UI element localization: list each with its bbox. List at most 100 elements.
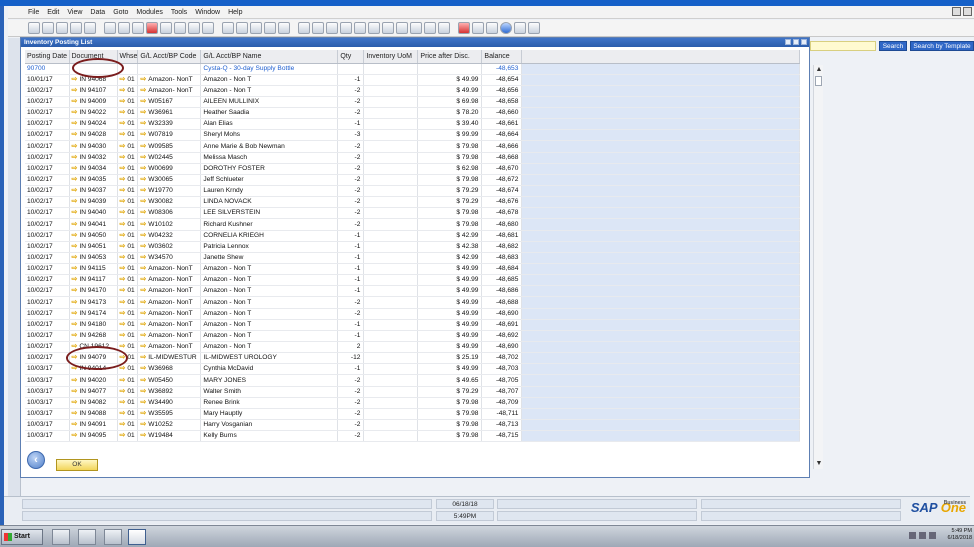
qty-cell[interactable]: -1 (337, 330, 365, 343)
balance-cell[interactable]: -48,705 (481, 374, 523, 387)
whse-cell[interactable]: ⇨ 01 (117, 129, 139, 142)
table-row[interactable]: 10/03/17 ⇨ IN 94082 ⇨ 01 ⇨ W34490 Renee Brink -2… (25, 397, 801, 409)
gl-code-cell[interactable]: ⇨ W08306 (137, 207, 202, 220)
link-arrow-icon[interactable]: ⇨ (72, 265, 78, 272)
document-cell[interactable]: ⇨ IN 94095 (69, 430, 118, 443)
col-posting-date[interactable]: Posting Date (25, 50, 70, 64)
link-arrow-icon[interactable]: ⇨ (72, 276, 78, 283)
link-arrow-icon[interactable]: ⇨ (120, 176, 126, 183)
balance-cell[interactable]: -48,702 (481, 352, 523, 365)
balance-cell[interactable]: -48,715 (481, 430, 523, 443)
email-icon[interactable] (70, 22, 82, 34)
tray-icon[interactable] (909, 532, 916, 539)
uom-cell[interactable] (363, 174, 419, 187)
posting-date-cell[interactable]: 10/02/17 (25, 107, 70, 120)
link-arrow-icon[interactable]: ⇨ (120, 287, 126, 294)
balance-cell[interactable]: -48,685 (481, 274, 523, 287)
table-row[interactable]: 10/02/17 ⇨ IN 94035 ⇨ 01 ⇨ W30065 Jeff Schluete… (25, 174, 801, 187)
table-row[interactable]: 10/02/17 ⇨ IN 94173 ⇨ 01 ⇨ Amazon- NonT Amazon … (25, 296, 801, 309)
link-arrow-icon[interactable]: ⇨ (72, 365, 78, 372)
price-cell[interactable]: $ 49.99 (417, 285, 483, 298)
whse-cell[interactable]: ⇨ 01 (117, 296, 139, 309)
gl-name-cell[interactable]: MARY JONES (200, 374, 339, 387)
uom-cell[interactable] (363, 196, 419, 209)
price-cell[interactable]: $ 49.99 (417, 263, 483, 276)
balance-cell[interactable]: -48,660 (481, 107, 523, 120)
gl-name-cell[interactable]: Amazon - Non T (200, 74, 339, 86)
link-arrow-icon[interactable]: ⇨ (72, 299, 78, 306)
posting-date-cell[interactable]: 10/02/17 (25, 274, 70, 287)
filter-icon[interactable] (278, 22, 290, 34)
document-cell[interactable]: ⇨ IN 94082 (69, 397, 118, 409)
uom-cell[interactable] (363, 397, 419, 409)
qty-cell[interactable]: -1 (337, 285, 365, 298)
ok-button[interactable]: OK (56, 459, 98, 471)
menu-item[interactable]: Edit (47, 9, 59, 16)
link-arrow-icon[interactable]: ⇨ (120, 232, 126, 239)
link-arrow-icon[interactable]: ⇨ (140, 287, 146, 294)
posting-date-cell[interactable]: 10/02/17 (25, 196, 70, 209)
qty-cell[interactable]: -2 (337, 308, 365, 320)
posting-date-cell[interactable]: 10/03/17 (25, 419, 70, 432)
gl-code-cell[interactable]: ⇨ W10252 (137, 419, 202, 432)
link-arrow-icon[interactable]: ⇨ (140, 332, 146, 339)
document-cell[interactable]: ⇨ IN 94180 (69, 319, 118, 331)
table-row[interactable]: 10/02/17 ⇨ IN 94032 ⇨ 01 ⇨ W02445 Melissa Masch… (25, 152, 801, 164)
price-cell[interactable]: $ 79.98 (417, 218, 483, 231)
gl-name-cell[interactable]: Heather Saadia (200, 107, 339, 120)
posting-date-cell[interactable]: 10/02/17 (25, 218, 70, 231)
qty-cell[interactable]: -2 (337, 386, 365, 398)
balance-cell[interactable]: -48,654 (481, 74, 523, 86)
search-by-template-button[interactable]: Search by Template (910, 41, 974, 51)
document-cell[interactable]: ⇨ IN 94077 (69, 386, 118, 398)
qty-cell[interactable]: -2 (337, 296, 365, 309)
link-arrow-icon[interactable]: ⇨ (140, 209, 146, 216)
uom-cell[interactable] (363, 285, 419, 298)
whse-cell[interactable]: ⇨ 01 (117, 152, 139, 164)
qty-cell[interactable]: -2 (337, 196, 365, 209)
posting-date-cell[interactable]: 90700 (25, 63, 70, 75)
document-cell[interactable]: ⇨ IN 94115 (69, 263, 118, 276)
document-cell[interactable]: ⇨ IN 94117 (69, 274, 118, 287)
balance-cell[interactable]: -48,682 (481, 241, 523, 253)
uom-cell[interactable] (363, 85, 419, 97)
qty-cell[interactable]: -1 (337, 252, 365, 265)
posting-date-cell[interactable]: 10/02/17 (25, 152, 70, 164)
table-row[interactable]: 10/02/17 ⇨ IN 94037 ⇨ 01 ⇨ W19770 Lauren Krndy -… (25, 185, 801, 198)
qty-cell[interactable]: -2 (337, 218, 365, 231)
link-arrow-icon[interactable]: ⇨ (120, 310, 126, 317)
link-arrow-icon[interactable]: ⇨ (140, 76, 146, 83)
whse-cell[interactable]: ⇨ 01 (117, 207, 139, 220)
link-arrow-icon[interactable]: ⇨ (120, 143, 126, 150)
gl-name-cell[interactable]: LEE SILVERSTEIN (200, 207, 339, 220)
price-cell[interactable]: $ 49.99 (417, 319, 483, 331)
link-arrow-icon[interactable]: ⇨ (120, 254, 126, 261)
calc-icon[interactable] (188, 22, 200, 34)
whse-cell[interactable]: ⇨ 01 (117, 419, 139, 432)
document-cell[interactable]: ⇨ IN 94028 (69, 129, 118, 142)
link-arrow-icon[interactable]: ⇨ (140, 143, 146, 150)
uom-cell[interactable] (363, 341, 419, 354)
whse-cell[interactable]: ⇨ 01 (117, 352, 139, 365)
link-arrow-icon[interactable]: ⇨ (120, 154, 126, 161)
gl-name-cell[interactable]: Melissa Masch (200, 152, 339, 164)
col-gl-acct-code[interactable]: G/L Acct/BP Code (137, 50, 202, 64)
gl-name-cell[interactable]: IL-MIDWEST UROLOGY (200, 352, 339, 365)
whse-cell[interactable]: ⇨ 01 (117, 363, 139, 376)
link-arrow-icon[interactable]: ⇨ (72, 87, 78, 94)
link-arrow-icon[interactable]: ⇨ (120, 76, 126, 83)
document-cell[interactable]: ⇨ IN 94039 (69, 196, 118, 209)
find-icon[interactable] (160, 22, 172, 34)
posting-date-cell[interactable]: 10/03/17 (25, 408, 70, 421)
posting-date-cell[interactable]: 10/02/17 (25, 207, 70, 220)
close-icon[interactable] (963, 7, 972, 16)
qty-cell[interactable]: -2 (337, 107, 365, 120)
gl-code-cell[interactable]: ⇨ Amazon- NonT (137, 319, 202, 331)
price-cell[interactable]: $ 49.99 (417, 330, 483, 343)
gl-code-cell[interactable]: ⇨ Amazon- NonT (137, 263, 202, 276)
balance-cell[interactable]: -48,680 (481, 218, 523, 231)
close-form-icon[interactable] (458, 22, 470, 34)
gl-code-cell[interactable]: ⇨ W05450 (137, 374, 202, 387)
table-row[interactable]: 90700 Cysta-Q - 30-day Supply Bottle -48,6… (25, 63, 801, 75)
qty-cell[interactable]: -2 (337, 174, 365, 187)
